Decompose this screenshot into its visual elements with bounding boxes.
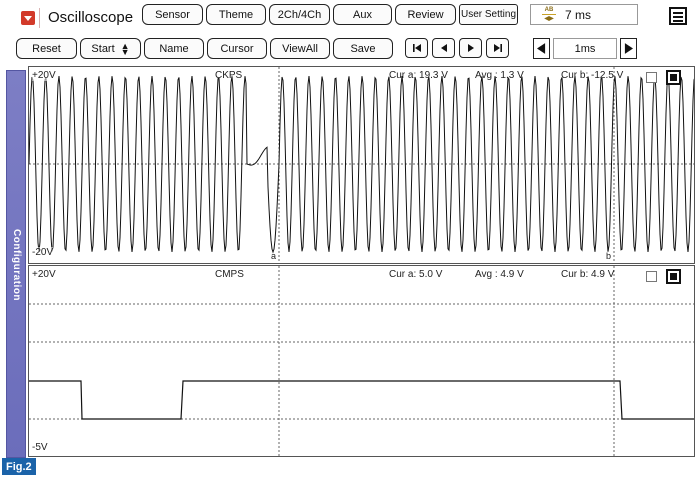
app-title: Oscilloscope [48,9,134,26]
timebase-display[interactable]: 1ms [553,38,617,59]
next-icon [467,44,474,52]
name-button[interactable]: Name [144,38,204,59]
channel-1-panel[interactable]: +20V -20V CKPS Cur a: 19.3 V Avg : 1.3 V… [28,66,695,264]
sidebar-label: Configuration [11,229,22,302]
skip-last-icon [493,44,502,52]
save-button[interactable]: Save [333,38,393,59]
tab-aux[interactable]: Aux [333,4,392,25]
top-toolbar: Oscilloscope Sensor Theme 2Ch/4Ch Aux Re… [0,0,700,34]
cursor-button[interactable]: Cursor [207,38,267,59]
tab-theme[interactable]: Theme [206,4,266,25]
start-label: Start [91,42,115,55]
ch2-vmax-label: +20V [32,269,56,280]
cursor-b-tag: b [606,251,612,261]
timebase-increase-button[interactable] [620,38,637,59]
reset-button[interactable]: Reset [16,38,77,59]
ch2-average-readout: Avg : 4.9 V [475,269,524,280]
ch2-name: CMPS [215,269,244,280]
channel-2-panel[interactable]: +20V -5V CMPS Cur a: 5.0 V Avg : 4.9 V C… [28,265,695,457]
ch2-stop-icon[interactable] [666,269,681,284]
tab-sensor[interactable]: Sensor [142,4,203,25]
time-per-div-display[interactable]: AB ◀▶ 7 ms [530,4,638,25]
ch1-average-readout: Avg : 1.3 V [475,70,524,81]
ch1-select-checkbox[interactable] [646,72,657,83]
ch1-cursor-b-readout: Cur b: -12.5 V [561,70,624,81]
first-page-button[interactable] [405,38,428,58]
ckps-waveform [29,67,694,263]
ch1-name: CKPS [215,70,243,81]
viewall-button[interactable]: ViewAll [270,38,330,59]
skip-first-icon [412,44,421,52]
timebase-decrease-button[interactable] [533,38,550,59]
cursor-a-tag: a [271,251,277,261]
ch1-cursor-a-readout: Cur a: 19.3 V [389,70,448,81]
cmps-waveform [29,266,694,456]
next-page-button[interactable] [459,38,482,58]
cmps-trace [29,380,694,420]
control-toolbar: Reset Start ▲ ▼ Name Cursor ViewAll Save … [0,34,700,64]
previous-icon [440,44,447,52]
time-per-div-value: 7 ms [565,7,592,22]
tab-2ch-4ch[interactable]: 2Ch/4Ch [269,4,330,25]
prev-page-button[interactable] [432,38,455,58]
ch2-vmin-label: -5V [32,442,48,453]
figure-label: Fig.2 [2,458,36,475]
title-separator [39,8,40,28]
last-page-button[interactable] [486,38,509,58]
ch1-stop-icon[interactable] [666,70,681,85]
ch2-cursor-b-readout: Cur b: 4.9 V [561,269,615,280]
menu-icon[interactable] [669,7,687,25]
configuration-sidebar[interactable]: Configuration [6,70,26,458]
ab-time-icon: AB ◀▶ [541,7,557,22]
right-triangle-icon [624,43,633,54]
tab-review[interactable]: Review [395,4,456,25]
ch1-vmax-label: +20V [32,70,56,81]
ch1-vmin-label: -20V [32,247,54,258]
ch2-select-checkbox[interactable] [646,271,657,282]
app-menu-icon[interactable] [21,11,35,25]
start-button[interactable]: Start ▲ ▼ [80,38,141,59]
up-down-arrows-icon: ▲ ▼ [120,40,130,57]
left-triangle-icon [537,43,546,54]
tab-user-setting[interactable]: User Setting [459,4,518,25]
ch2-cursor-a-readout: Cur a: 5.0 V [389,269,443,280]
